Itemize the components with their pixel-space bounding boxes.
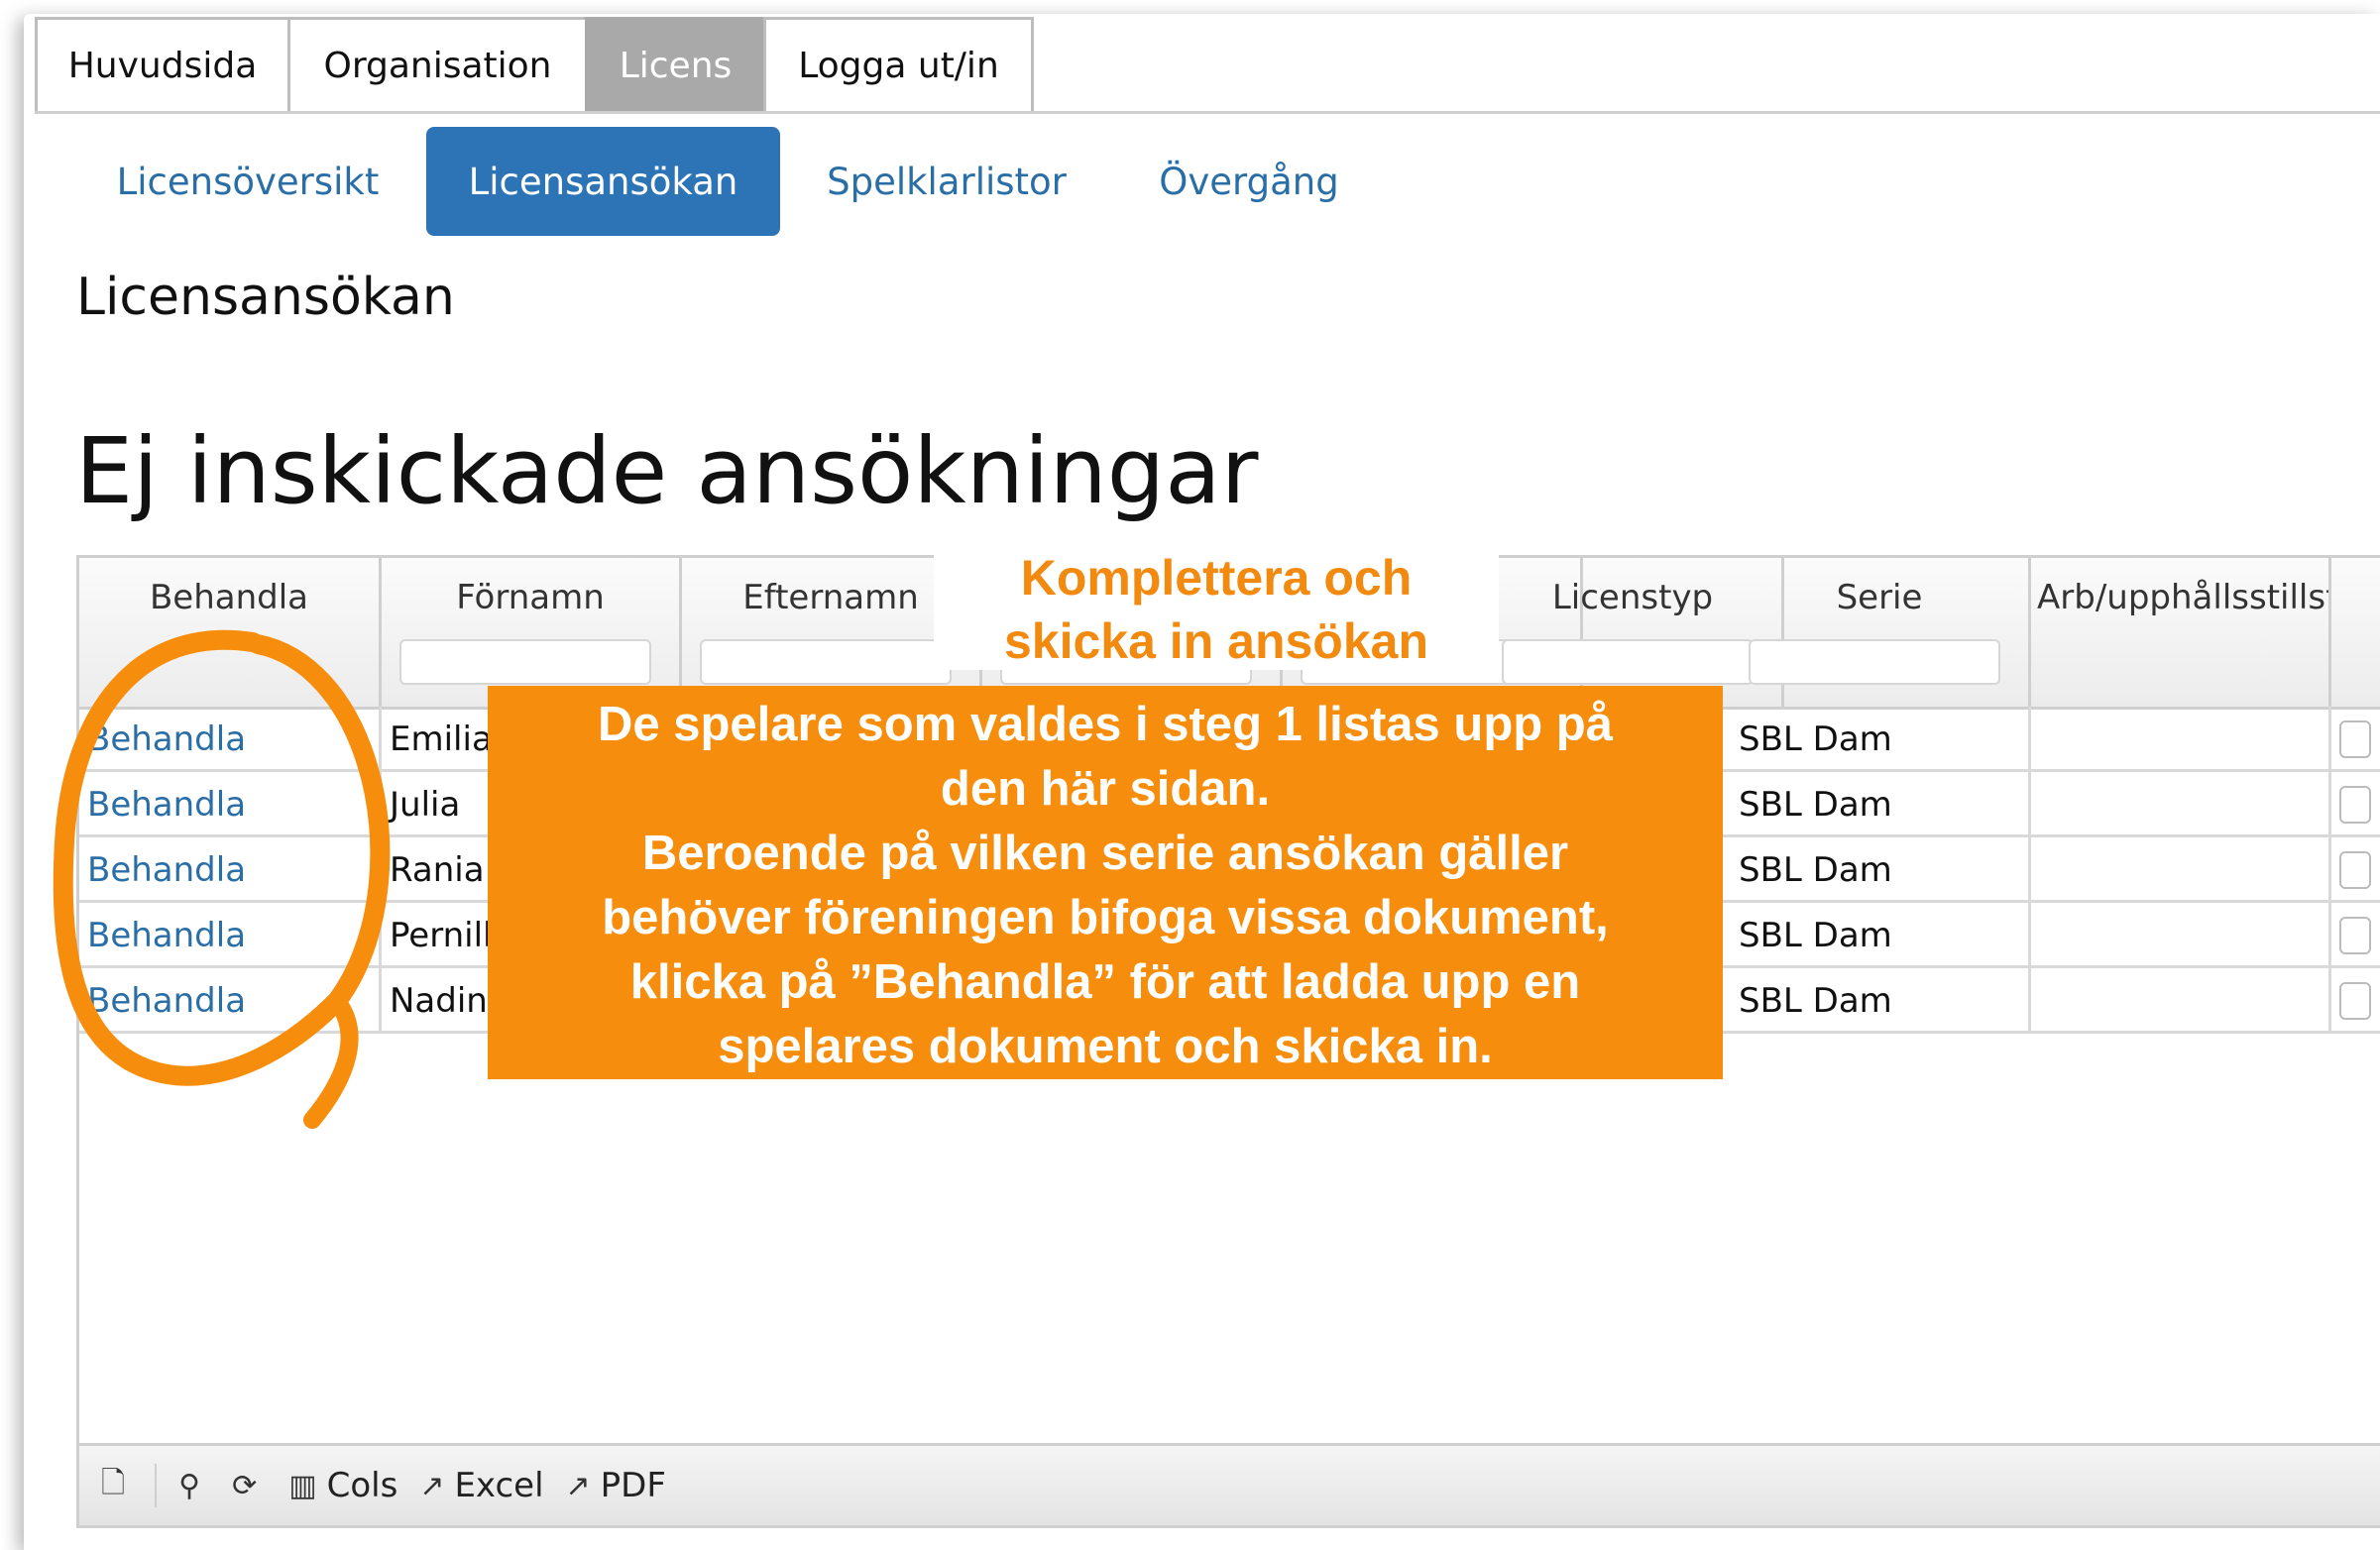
row-checkbox[interactable] [2339, 917, 2371, 954]
cols-button[interactable]: ▥ Cols [288, 1466, 397, 1505]
export-icon: ↗ [565, 1468, 591, 1503]
annotation-line: Beroende på vilken serie ansökan gäller [641, 827, 1569, 880]
annotation-title-line: Komplettera och [1020, 550, 1413, 606]
annotation-line: klicka på ”Behandla” för att ladda upp e… [629, 955, 1581, 1009]
row-checkbox[interactable] [2339, 786, 2371, 824]
row-checkbox[interactable] [2339, 720, 2371, 758]
annotation-title-line: skicka in ansökan [1003, 613, 1428, 669]
subtab-spelklarlistor[interactable]: Spelklarlistor [808, 127, 1085, 236]
row-checkbox[interactable] [2339, 982, 2371, 1020]
annotation-line: spelares dokument och skicka in. [718, 1020, 1493, 1073]
search-icon: ⚲ [178, 1468, 201, 1503]
refresh-button[interactable]: ⟳ [232, 1469, 267, 1503]
tab-licens[interactable]: Licens [585, 17, 766, 111]
section-title: Ej inskickade ansökningar [75, 418, 1259, 524]
column-arb-upphallstillstand[interactable]: Arb/upphållsstillst [2031, 558, 2331, 707]
highlight-circle [53, 629, 391, 1129]
serie-cell: SBL Dam [1731, 772, 2031, 837]
subtab-licensoversikt[interactable]: Licensöversikt [99, 127, 397, 236]
pdf-button[interactable]: ↗ PDF [566, 1466, 666, 1505]
annotation-line: behöver föreningen bifoga vissa dokument… [602, 891, 1609, 944]
search-button[interactable]: ⚲ [178, 1469, 210, 1503]
excel-label: Excel [454, 1466, 544, 1505]
column-label: Serie [1836, 578, 1923, 617]
annotation-line: De spelare som valdes i steg 1 listas up… [598, 698, 1613, 751]
tab-huvudsida[interactable]: Huvudsida [35, 17, 290, 111]
refresh-icon: ⟳ [232, 1468, 258, 1503]
new-icon: 🗋 [101, 1465, 126, 1500]
serie-cell: SBL Dam [1731, 968, 2031, 1034]
filter-efternamn-input[interactable] [700, 639, 952, 685]
column-label: Arb/upphållsstillst [2037, 578, 2328, 617]
tab-organisation[interactable]: Organisation [287, 17, 588, 111]
permit-cell [2031, 837, 2331, 903]
annotation-box: De spelare som valdes i steg 1 listas up… [488, 686, 1723, 1079]
filter-serie-input[interactable] [1749, 639, 2000, 685]
grid-toolbar: 🗋 ⚲ ⟳ ▥ Cols ↗ Excel ↗ PDF [79, 1443, 2380, 1525]
new-button[interactable]: 🗋 [101, 1461, 135, 1511]
columns-icon: ▥ [288, 1468, 317, 1503]
cols-label: Cols [326, 1466, 398, 1505]
column-serie[interactable]: Serie [1731, 558, 2031, 707]
export-icon: ↗ [419, 1468, 445, 1503]
subtab-overgang[interactable]: Övergång [1140, 127, 1358, 236]
serie-cell: SBL Dam [1731, 837, 2031, 903]
serie-cell: SBL Dam [1731, 903, 2031, 968]
permit-cell [2031, 707, 2331, 772]
permit-cell [2031, 772, 2331, 837]
filter-fornamn-input[interactable] [399, 639, 651, 685]
pdf-label: PDF [600, 1466, 666, 1505]
excel-button[interactable]: ↗ Excel [419, 1466, 543, 1505]
permit-cell [2031, 903, 2331, 968]
annotation-title: Komplettera och skicka in ansökan [934, 543, 1499, 670]
annotation-line: den här sidan. [940, 762, 1271, 816]
top-navigation: Huvudsida Organisation Licens Logga ut/i… [35, 17, 2380, 114]
column-label: Förnamn [456, 578, 605, 617]
toolbar-divider [155, 1464, 158, 1507]
column-fornamn[interactable]: Förnamn [382, 558, 682, 707]
filter-licenstyp-input[interactable] [1502, 639, 1754, 685]
subtab-licensansokan[interactable]: Licensansökan [426, 127, 780, 236]
page-title: Licensansökan [76, 268, 455, 327]
permit-cell [2031, 968, 2331, 1034]
row-checkbox[interactable] [2339, 851, 2371, 889]
serie-cell: SBL Dam [1731, 707, 2031, 772]
tab-logga-ut-in[interactable]: Logga ut/in [763, 17, 1034, 111]
